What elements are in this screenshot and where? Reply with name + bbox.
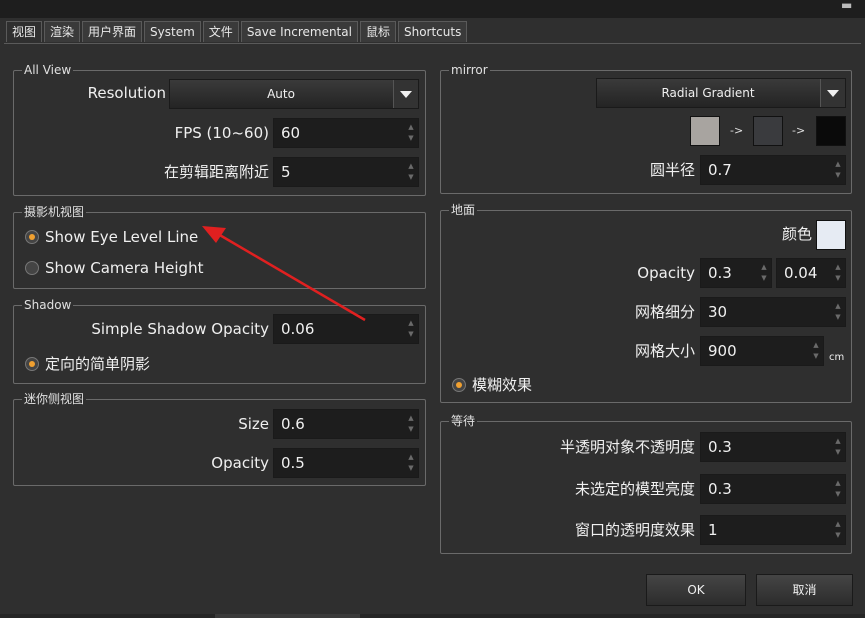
camera-height-radio[interactable] <box>25 261 39 275</box>
spin-arrows-icon[interactable]: ▲ ▼ <box>834 262 842 284</box>
resolution-value: Auto <box>267 87 295 101</box>
near-clip-stepper[interactable]: 5 ▲ ▼ <box>273 157 419 187</box>
ok-button[interactable]: OK <box>646 574 746 606</box>
tab-view[interactable]: 视图 <box>6 21 43 42</box>
grid-subdiv-stepper[interactable]: 30 ▲ ▼ <box>700 297 846 327</box>
tab-user-interface[interactable]: 用户界面 <box>82 21 143 42</box>
tab-bar: 视图 渲染 用户界面 System 文件 Save Incremental 鼠标… <box>6 21 469 43</box>
tab-file[interactable]: 文件 <box>202 21 239 42</box>
chevron-down-icon[interactable] <box>393 80 418 108</box>
ground-opacity-label: Opacity <box>637 264 695 282</box>
eye-level-label: Show Eye Level Line <box>45 228 199 246</box>
ground-opacity-2-stepper[interactable]: 0.04 ▲ ▼ <box>776 258 846 288</box>
directional-shadow-radio[interactable] <box>25 357 39 371</box>
group-title: mirror <box>449 63 490 77</box>
arrow-2: -> <box>792 124 806 137</box>
spin-arrows-icon[interactable]: ▲ ▼ <box>760 262 768 284</box>
mirror-color-3-swatch[interactable] <box>816 116 846 146</box>
unselected-brightness-label: 未选定的模型亮度 <box>574 480 695 498</box>
mini-opacity-value: 0.5 <box>281 454 305 472</box>
shadow-opacity-label: Simple Shadow Opacity <box>91 320 269 338</box>
ground-color-swatch[interactable] <box>816 220 846 250</box>
spin-arrows-icon[interactable]: ▲ ▼ <box>834 159 842 181</box>
tab-save-incremental[interactable]: Save Incremental <box>240 21 358 42</box>
directional-shadow-label: 定向的简单阴影 <box>45 355 151 373</box>
resolution-label: Resolution <box>87 84 166 102</box>
fps-label: FPS (10~60) <box>174 124 269 142</box>
transparent-opacity-value: 0.3 <box>708 438 732 456</box>
transparent-opacity-label: 半透明对象不透明度 <box>559 438 695 456</box>
spin-arrows-icon[interactable]: ▲ ▼ <box>407 318 415 340</box>
gradient-value: Radial Gradient <box>661 86 755 100</box>
tab-system[interactable]: System <box>144 21 201 42</box>
cancel-button[interactable]: 取消 <box>756 574 853 606</box>
close-icon[interactable]: ▬ <box>841 0 855 11</box>
fps-value: 60 <box>281 124 301 142</box>
mini-size-label: Size <box>238 415 269 433</box>
blur-effect-label: 模糊效果 <box>472 376 533 394</box>
group-title: 摄影机视图 <box>22 205 87 219</box>
ground-opacity-1-stepper[interactable]: 0.3 ▲ ▼ <box>700 258 772 288</box>
radius-value: 0.7 <box>708 161 732 179</box>
group-title: 迷你侧视图 <box>22 392 87 406</box>
shadow-opacity-stepper[interactable]: 0.06 ▲ ▼ <box>273 314 419 344</box>
mirror-color-1-swatch[interactable] <box>690 116 720 146</box>
eye-level-radio[interactable] <box>25 230 39 244</box>
transparent-opacity-stepper[interactable]: 0.3 ▲ ▼ <box>700 432 846 462</box>
grid-size-stepper[interactable]: 900 ▲ ▼ <box>700 336 824 366</box>
shadow-opacity-value: 0.06 <box>281 320 315 338</box>
spin-arrows-icon[interactable]: ▲ ▼ <box>407 413 415 435</box>
ground-color-label: 颜色 <box>781 225 812 243</box>
grid-subdiv-label: 网格细分 <box>634 303 695 321</box>
spin-arrows-icon[interactable]: ▲ ▼ <box>407 122 415 144</box>
ground-opacity-2-value: 0.04 <box>784 264 818 282</box>
spin-arrows-icon[interactable]: ▲ ▼ <box>834 478 842 500</box>
grid-size-unit: cm <box>829 352 845 363</box>
fps-stepper[interactable]: 60 ▲ ▼ <box>273 118 419 148</box>
spin-arrows-icon[interactable]: ▲ ▼ <box>834 519 842 541</box>
mirror-color-2-swatch[interactable] <box>753 116 783 146</box>
group-title: 等待 <box>449 414 478 428</box>
mini-opacity-stepper[interactable]: 0.5 ▲ ▼ <box>273 448 419 478</box>
window-transparency-label: 窗口的透明度效果 <box>574 521 695 539</box>
unselected-brightness-stepper[interactable]: 0.3 ▲ ▼ <box>700 474 846 504</box>
mini-opacity-label: Opacity <box>211 454 269 472</box>
tab-divider <box>4 43 861 44</box>
grid-size-value: 900 <box>708 342 737 360</box>
camera-height-label: Show Camera Height <box>45 259 204 277</box>
window-transparency-stepper[interactable]: 1 ▲ ▼ <box>700 515 846 545</box>
group-title: 地面 <box>449 203 478 217</box>
tab-shortcuts[interactable]: Shortcuts <box>397 21 468 42</box>
radius-stepper[interactable]: 0.7 ▲ ▼ <box>700 155 846 185</box>
near-clip-value: 5 <box>281 163 291 181</box>
status-strip <box>0 614 865 618</box>
spin-arrows-icon[interactable]: ▲ ▼ <box>407 452 415 474</box>
spin-arrows-icon[interactable]: ▲ ▼ <box>834 436 842 458</box>
mini-size-value: 0.6 <box>281 415 305 433</box>
ground-opacity-1-value: 0.3 <box>708 264 732 282</box>
grid-size-label: 网格大小 <box>634 342 695 360</box>
mini-size-stepper[interactable]: 0.6 ▲ ▼ <box>273 409 419 439</box>
spin-arrows-icon[interactable]: ▲ ▼ <box>834 301 842 323</box>
spin-arrows-icon[interactable]: ▲ ▼ <box>407 161 415 183</box>
blur-effect-radio[interactable] <box>452 378 466 392</box>
title-bar: ▬ <box>0 0 865 18</box>
group-title: Shadow <box>22 298 74 312</box>
near-clip-label: 在剪辑距离附近 <box>163 163 269 181</box>
arrow-1: -> <box>730 124 744 137</box>
radius-label: 圆半径 <box>649 161 695 179</box>
unselected-brightness-value: 0.3 <box>708 480 732 498</box>
spin-arrows-icon[interactable]: ▲ ▼ <box>812 340 820 362</box>
grid-subdiv-value: 30 <box>708 303 728 321</box>
tab-mouse[interactable]: 鼠标 <box>359 21 396 42</box>
tab-render[interactable]: 渲染 <box>44 21 81 42</box>
group-title: All View <box>22 63 74 77</box>
chevron-down-icon[interactable] <box>820 79 845 107</box>
window-transparency-value: 1 <box>708 521 718 539</box>
resolution-dropdown[interactable]: Auto <box>169 79 419 109</box>
gradient-dropdown[interactable]: Radial Gradient <box>596 78 846 108</box>
